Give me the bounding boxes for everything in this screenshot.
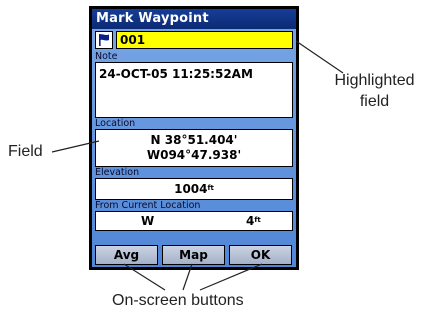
highlighted-field-callout: Highlighted field bbox=[334, 72, 415, 110]
button-callout-line-ok bbox=[199, 263, 263, 291]
on-screen-buttons-callout: On-screen buttons bbox=[112, 292, 244, 309]
highlighted-callout-line bbox=[295, 40, 344, 74]
button-callout-line-map bbox=[182, 263, 193, 291]
field-callout: Field bbox=[8, 143, 43, 160]
button-callout-line-avg bbox=[123, 263, 166, 291]
callout-lines bbox=[51, 40, 344, 291]
field-callout-line bbox=[51, 140, 100, 153]
